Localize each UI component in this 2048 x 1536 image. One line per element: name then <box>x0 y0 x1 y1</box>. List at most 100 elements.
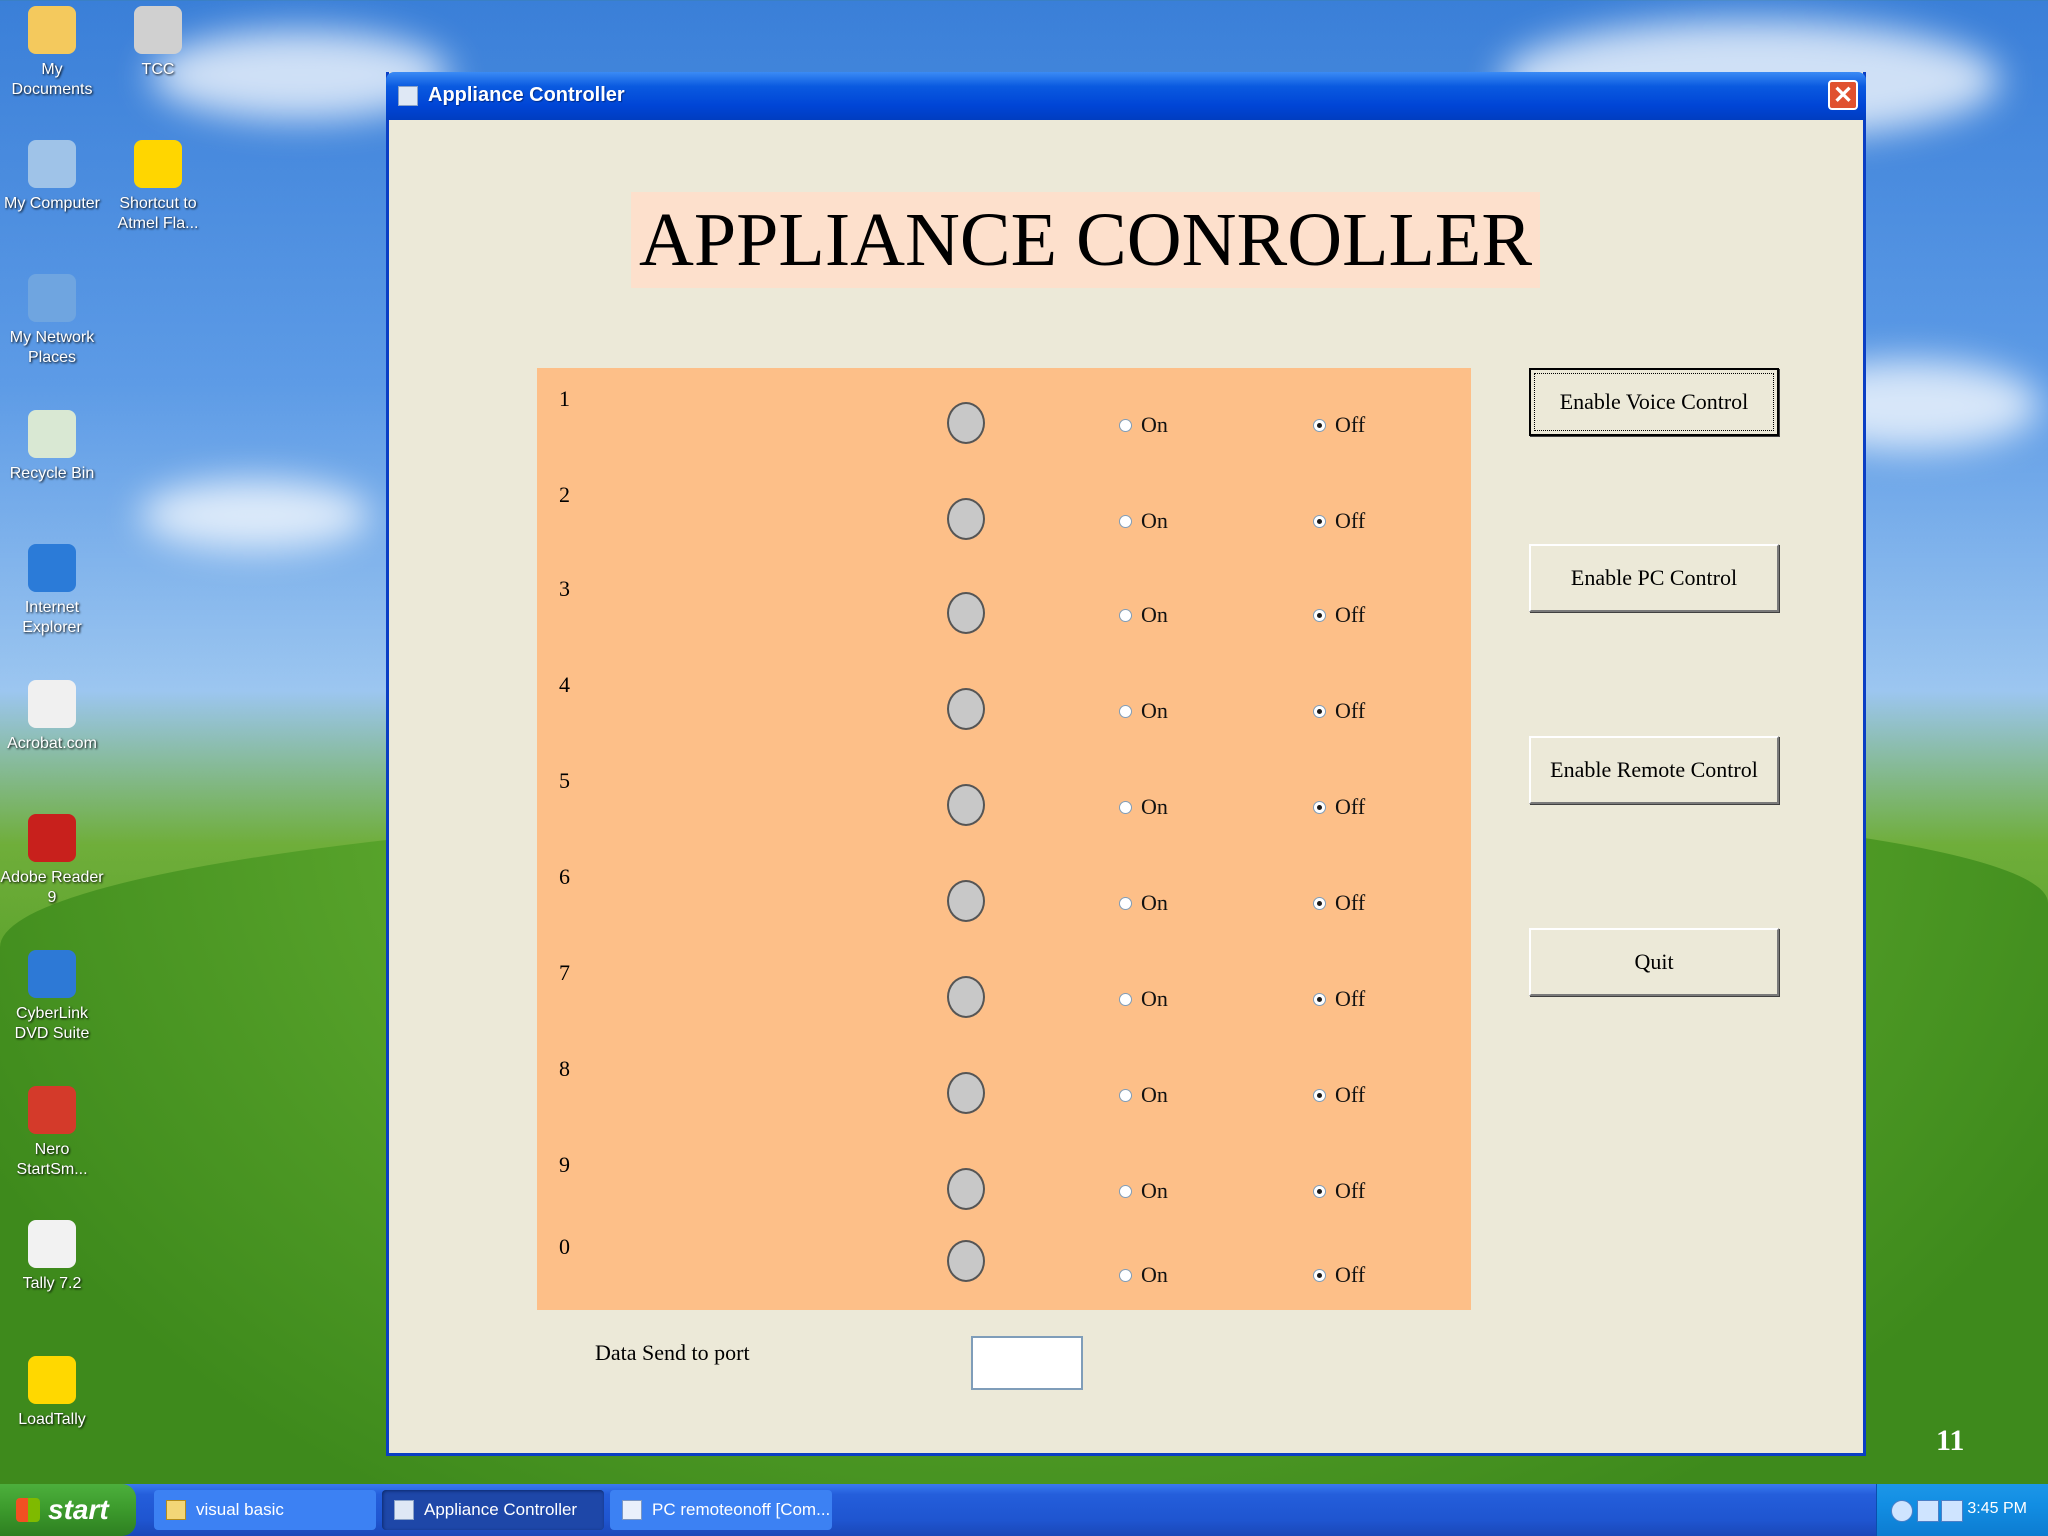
radio-dot <box>1313 704 1326 718</box>
off-radio[interactable]: Off <box>1313 602 1365 628</box>
on-radio[interactable]: On <box>1119 412 1168 438</box>
taskbar-item-pc-remoteonoff[interactable]: PC remoteonoff [Com... <box>610 1490 832 1530</box>
appliance-number: 7 <box>559 960 570 985</box>
taskbar-item-label: visual basic <box>196 1500 284 1519</box>
off-radio[interactable]: Off <box>1313 1178 1365 1204</box>
taskbar: start visual basic Appliance Controller … <box>0 1484 2048 1536</box>
app-window-icon <box>394 1500 414 1520</box>
appliance-row: 7 On Off <box>537 960 1471 1020</box>
desktop-icon[interactable]: Recycle Bin <box>0 410 104 484</box>
status-indicator <box>947 1240 985 1282</box>
desktop-icon[interactable]: My Network Places <box>0 274 104 368</box>
on-radio[interactable]: On <box>1119 698 1168 724</box>
radio-label: Off <box>1335 698 1366 723</box>
off-radio[interactable]: Off <box>1313 698 1365 724</box>
sky-cloud <box>140 480 370 550</box>
on-radio[interactable]: On <box>1119 602 1168 628</box>
radio-dot <box>1119 514 1132 528</box>
off-radio[interactable]: Off <box>1313 1262 1365 1288</box>
document-icon <box>622 1500 642 1520</box>
status-indicator <box>947 592 985 634</box>
status-indicator <box>947 402 985 444</box>
network-icon[interactable] <box>1917 1500 1939 1522</box>
app-window-icon <box>398 86 418 106</box>
radio-label: Off <box>1335 794 1366 819</box>
desktop-icon-label: My Network Places <box>9 329 95 366</box>
radio-dot <box>1313 1184 1326 1198</box>
desktop-icon[interactable]: Nero StartSm... <box>0 1086 104 1180</box>
on-radio[interactable]: On <box>1119 1082 1168 1108</box>
off-radio[interactable]: Off <box>1313 986 1365 1012</box>
appliance-number: 2 <box>559 482 570 507</box>
desktop-icon[interactable]: My Computer <box>0 140 104 214</box>
desktop-icon[interactable]: Internet Explorer <box>0 544 104 638</box>
off-radio[interactable]: Off <box>1313 794 1365 820</box>
appliance-number: 9 <box>559 1152 570 1177</box>
appliance-row: 1 On Off <box>537 386 1471 446</box>
on-radio[interactable]: On <box>1119 794 1168 820</box>
desktop-icon-label: LoadTally <box>18 1411 86 1428</box>
desktop-icon[interactable]: Adobe Reader 9 <box>0 814 104 908</box>
appliance-number: 3 <box>559 576 570 601</box>
radio-dot <box>1119 418 1132 432</box>
radio-label: On <box>1141 1178 1168 1203</box>
on-radio[interactable]: On <box>1119 1262 1168 1288</box>
enable-remote-control-button[interactable]: Enable Remote Control <box>1529 736 1779 804</box>
quit-button[interactable]: Quit <box>1529 928 1779 996</box>
radio-dot <box>1119 896 1132 910</box>
enable-pc-control-button[interactable]: Enable PC Control <box>1529 544 1779 612</box>
off-radio[interactable]: Off <box>1313 890 1365 916</box>
nero-icon <box>28 1086 76 1134</box>
desktop-icon[interactable]: My Documents <box>0 6 104 100</box>
radio-dot <box>1313 800 1326 814</box>
data-send-field[interactable] <box>971 1336 1083 1390</box>
radiation-icon <box>28 1356 76 1404</box>
desktop-icon[interactable]: TCC <box>106 6 210 80</box>
taskbar-item-visual-basic[interactable]: visual basic <box>154 1490 376 1530</box>
on-radio[interactable]: On <box>1119 1178 1168 1204</box>
radio-dot <box>1313 608 1326 622</box>
appliance-row: 4 On Off <box>537 672 1471 732</box>
appliance-row: 6 On Off <box>537 864 1471 924</box>
desktop-icon-label: TCC <box>141 61 175 78</box>
system-tray: 3:45 PM <box>1876 1484 2048 1536</box>
radio-label: Off <box>1335 602 1366 627</box>
radio-label: Off <box>1335 1262 1366 1287</box>
appliance-row: 5 On Off <box>537 768 1471 828</box>
off-radio[interactable]: Off <box>1313 1082 1365 1108</box>
desktop-icon-label: Internet Explorer <box>22 599 82 636</box>
on-radio[interactable]: On <box>1119 986 1168 1012</box>
appliance-row: 3 On Off <box>537 576 1471 636</box>
folder-documents-icon <box>28 6 76 54</box>
close-button[interactable]: ✕ <box>1828 80 1858 110</box>
radio-label: On <box>1141 698 1168 723</box>
desktop-icon[interactable]: CyberLink DVD Suite <box>0 950 104 1044</box>
cyberlink-icon <box>28 950 76 998</box>
desktop-icon[interactable]: LoadTally <box>0 1356 104 1430</box>
window-title: Appliance Controller <box>428 84 625 106</box>
start-button[interactable]: start <box>0 1484 136 1536</box>
radio-dot <box>1119 704 1132 718</box>
desktop-icon[interactable]: Shortcut to Atmel Fla... <box>106 140 210 234</box>
on-radio[interactable]: On <box>1119 508 1168 534</box>
enable-voice-control-button[interactable]: Enable Voice Control <box>1529 368 1779 436</box>
off-radio[interactable]: Off <box>1313 412 1365 438</box>
desktop-icon[interactable]: Acrobat.com <box>0 680 104 754</box>
appliance-controller-window: Appliance Controller ✕ APPLIANCE CONROLL… <box>386 72 1866 1456</box>
taskbar-item-appliance-controller[interactable]: Appliance Controller <box>382 1490 604 1530</box>
on-radio[interactable]: On <box>1119 890 1168 916</box>
radio-label: On <box>1141 508 1168 533</box>
monitor-icon[interactable] <box>1941 1500 1963 1522</box>
window-titlebar[interactable]: Appliance Controller ✕ <box>386 72 1866 120</box>
radio-label: On <box>1141 412 1168 437</box>
windows-flag-icon <box>16 1498 40 1522</box>
desktop-icon-label: My Computer <box>3 195 101 212</box>
off-radio[interactable]: Off <box>1313 508 1365 534</box>
appliance-row: 8 On Off <box>537 1056 1471 1116</box>
radio-dot <box>1119 1268 1132 1282</box>
radio-label: Off <box>1335 1178 1366 1203</box>
status-indicator <box>947 880 985 922</box>
desktop-icon[interactable]: Tally 7.2 <box>0 1220 104 1294</box>
recycle-bin-icon <box>28 410 76 458</box>
chevron-left-icon[interactable] <box>1891 1500 1913 1522</box>
